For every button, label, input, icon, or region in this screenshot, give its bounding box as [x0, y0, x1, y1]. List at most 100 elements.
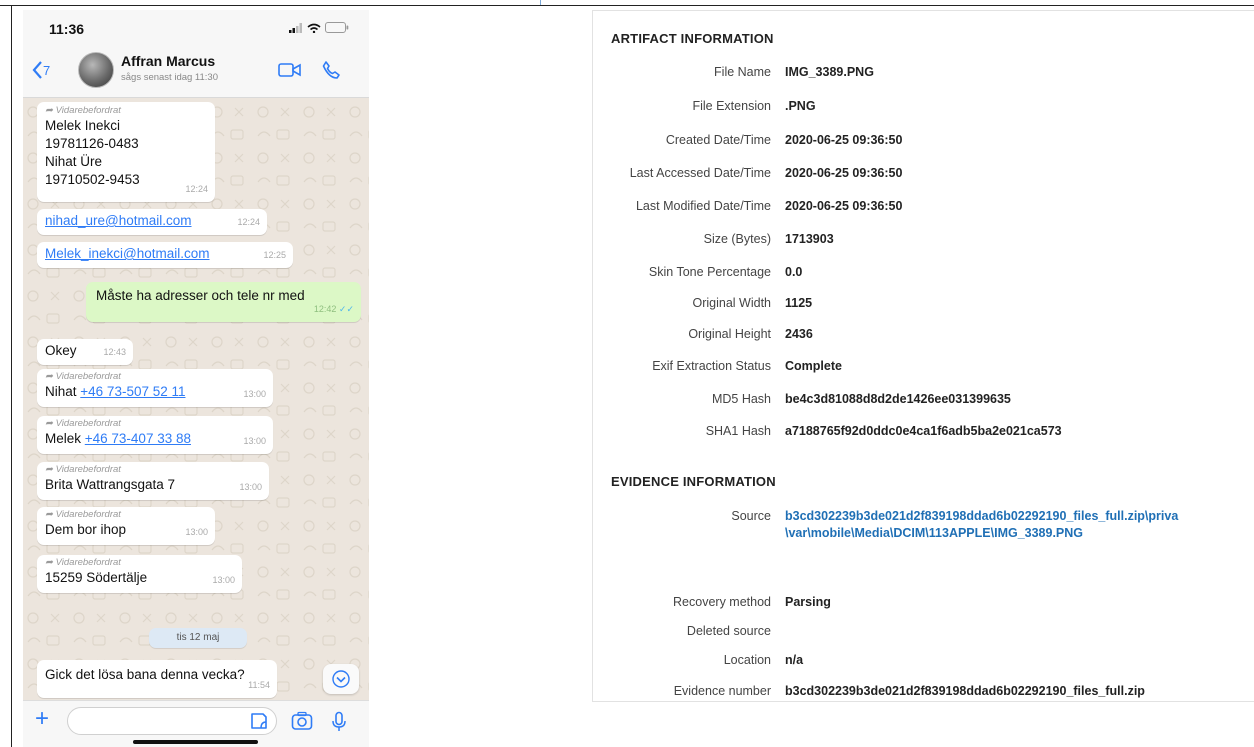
artifact-label: SHA1 Hash	[705, 424, 771, 438]
message-text: Melek	[45, 431, 85, 446]
message-time: 12:24	[185, 184, 208, 194]
message-time: 12:25	[263, 250, 286, 260]
forwarded-label: ➦ Vidarebefordrat	[45, 371, 121, 382]
top-divider	[0, 5, 1254, 6]
artifact-value: be4c3d81088d8d2de1426ee031399635	[785, 392, 1011, 406]
video-call-icon[interactable]	[278, 62, 302, 78]
message-text: Måste ha adresser och tele nr med	[96, 288, 305, 303]
message-time: 12:24	[237, 217, 260, 227]
message-bubble[interactable]: ➦ Vidarebefordrat 15259 Södertälje 13:00	[37, 555, 242, 593]
sticker-icon[interactable]	[249, 711, 269, 731]
artifact-value: a7188765f92d0ddc0e4ca1f6adb5ba2e021ca573	[785, 424, 1062, 438]
artifact-label: Exif Extraction Status	[652, 359, 771, 373]
artifact-label: File Extension	[692, 99, 771, 113]
chat-header: 7 Affran Marcus sågs senast idag 11:30	[23, 46, 369, 98]
avatar[interactable]	[78, 52, 114, 88]
phone-link[interactable]: +46 73-507 52 11	[80, 384, 185, 399]
artifact-label: Last Accessed Date/Time	[629, 166, 771, 180]
phone-link[interactable]: +46 73-407 33 88	[85, 431, 191, 446]
evidence-value: b3cd302239b3de021d2f839198ddad6b02292190…	[785, 684, 1145, 698]
evidence-value: Parsing	[785, 595, 831, 609]
camera-icon[interactable]	[291, 711, 313, 731]
message-text: Gick det lösa bana denna vecka?	[45, 667, 245, 682]
date-separator: tis 12 maj	[149, 628, 247, 648]
artifact-value: 1713903	[785, 232, 834, 246]
read-receipt-icon: ✓✓	[338, 304, 354, 314]
artifact-label: Size (Bytes)	[703, 232, 771, 246]
artifact-details-panel: ARTIFACT INFORMATION File Name IMG_3389.…	[592, 10, 1254, 702]
message-bubble[interactable]: ➦ Vidarebefordrat Dem bor ihop 13:00	[37, 507, 215, 545]
forwarded-label: ➦ Vidarebefordrat	[45, 418, 121, 429]
message-time: 12:42 ✓✓	[313, 304, 354, 314]
left-divider	[11, 5, 12, 747]
top-marker	[540, 0, 541, 5]
signal-icon	[289, 22, 302, 33]
email-link[interactable]: nihad_ure@hotmail.com	[45, 213, 192, 228]
message-text: Okey	[45, 343, 77, 358]
microphone-icon[interactable]	[331, 711, 347, 733]
wifi-icon	[307, 23, 321, 33]
status-icons	[289, 22, 349, 33]
chevron-left-icon	[32, 61, 42, 79]
message-time: 13:00	[212, 575, 235, 585]
message-bubble-outgoing[interactable]: Måste ha adresser och tele nr med 12:42 …	[86, 282, 361, 322]
forwarded-label: ➦ Vidarebefordrat	[45, 464, 121, 475]
email-link[interactable]: Melek_inekci@hotmail.com	[45, 246, 210, 261]
source-path-link-continued[interactable]: \var\mobile\Media\DCIM\113APPLE\IMG_3389…	[785, 526, 1083, 540]
unread-count: 7	[43, 62, 51, 78]
scroll-down-button[interactable]	[323, 664, 359, 694]
back-button[interactable]: 7	[31, 60, 50, 80]
artifact-label: Created Date/Time	[665, 133, 771, 147]
artifact-value: 0.0	[785, 265, 803, 279]
message-bubble[interactable]: Gick det lösa bana denna vecka? 11:54	[37, 660, 277, 698]
chevron-down-icon	[332, 670, 350, 688]
home-indicator	[133, 740, 258, 744]
artifact-value: 2020-06-25 09:36:50	[785, 133, 903, 147]
page: 11:36 7 Affran Marcus sågs senast idag 1…	[0, 0, 1254, 747]
message-bubble[interactable]: ➦ Vidarebefordrat Brita Wattrangsgata 7 …	[37, 462, 269, 500]
contact-name[interactable]: Affran Marcus	[121, 53, 215, 69]
message-time: 13:00	[239, 482, 262, 492]
artifact-label: MD5 Hash	[711, 392, 771, 406]
evidence-value: n/a	[785, 653, 804, 667]
artifact-label: Last Modified Date/Time	[635, 199, 771, 213]
phone-call-icon[interactable]	[321, 60, 341, 80]
message-text: Melek Inekci	[45, 118, 121, 133]
message-bubble[interactable]: ➦ Vidarebefordrat Nihat +46 73-507 52 11…	[37, 369, 273, 407]
status-time: 11:36	[49, 21, 85, 37]
source-path-link[interactable]: b3cd302239b3de021d2f839198ddad6b02292190…	[785, 509, 1178, 523]
whatsapp-screenshot: 11:36 7 Affran Marcus sågs senast idag 1…	[23, 10, 369, 747]
message-text: 19781126-0483	[45, 136, 139, 151]
forwarded-label: ➦ Vidarebefordrat	[45, 557, 121, 568]
message-time: 11:54	[248, 680, 270, 690]
artifact-label: Skin Tone Percentage	[648, 265, 771, 279]
message-text: Nihat	[45, 384, 81, 399]
evidence-label: Source	[731, 509, 771, 523]
message-time: 12:43	[103, 347, 126, 357]
message-text: Dem bor ihop	[45, 522, 127, 537]
evidence-label: Evidence number	[673, 684, 771, 698]
artifact-section-title: ARTIFACT INFORMATION	[611, 31, 774, 46]
message-input[interactable]	[67, 707, 277, 735]
message-bubble[interactable]: Melek_inekci@hotmail.com 12:25	[37, 242, 293, 268]
artifact-label: Original Width	[692, 296, 772, 310]
status-bar: 11:36	[23, 10, 369, 46]
artifact-value: 1125	[785, 296, 813, 310]
message-bubble[interactable]: Okey 12:43	[37, 339, 133, 365]
artifact-value: .PNG	[785, 99, 816, 113]
message-time: 13:00	[243, 436, 266, 446]
artifact-value: IMG_3389.PNG	[785, 65, 874, 79]
artifact-value: 2020-06-25 09:36:50	[785, 199, 903, 213]
attach-plus-icon[interactable]: +	[35, 705, 49, 733]
message-time: 13:00	[243, 389, 266, 399]
message-text: 15259 Södertälje	[45, 570, 148, 585]
evidence-label: Deleted source	[686, 624, 771, 638]
artifact-value: 2020-06-25 09:36:50	[785, 166, 903, 180]
message-bubble[interactable]: ➦ Vidarebefordrat Melek +46 73-407 33 88…	[37, 416, 273, 454]
artifact-value: 2436	[785, 327, 813, 341]
artifact-label: Original Height	[688, 327, 771, 341]
message-bubble[interactable]: ➦ Vidarebefordrat Melek Inekci 19781126-…	[37, 102, 215, 202]
message-bubble[interactable]: nihad_ure@hotmail.com 12:24	[37, 209, 267, 235]
message-text: 19710502-9453	[45, 172, 140, 187]
artifact-label: File Name	[714, 65, 771, 79]
